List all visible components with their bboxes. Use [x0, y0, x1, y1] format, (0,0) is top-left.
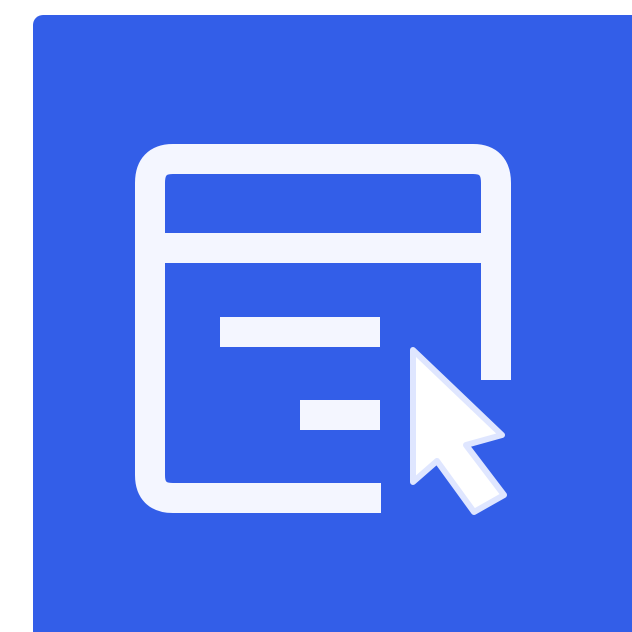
browser-window-cursor-icon: [135, 144, 511, 515]
screenshot-canvas: [0, 0, 632, 632]
app-icon-tile[interactable]: [33, 15, 632, 632]
